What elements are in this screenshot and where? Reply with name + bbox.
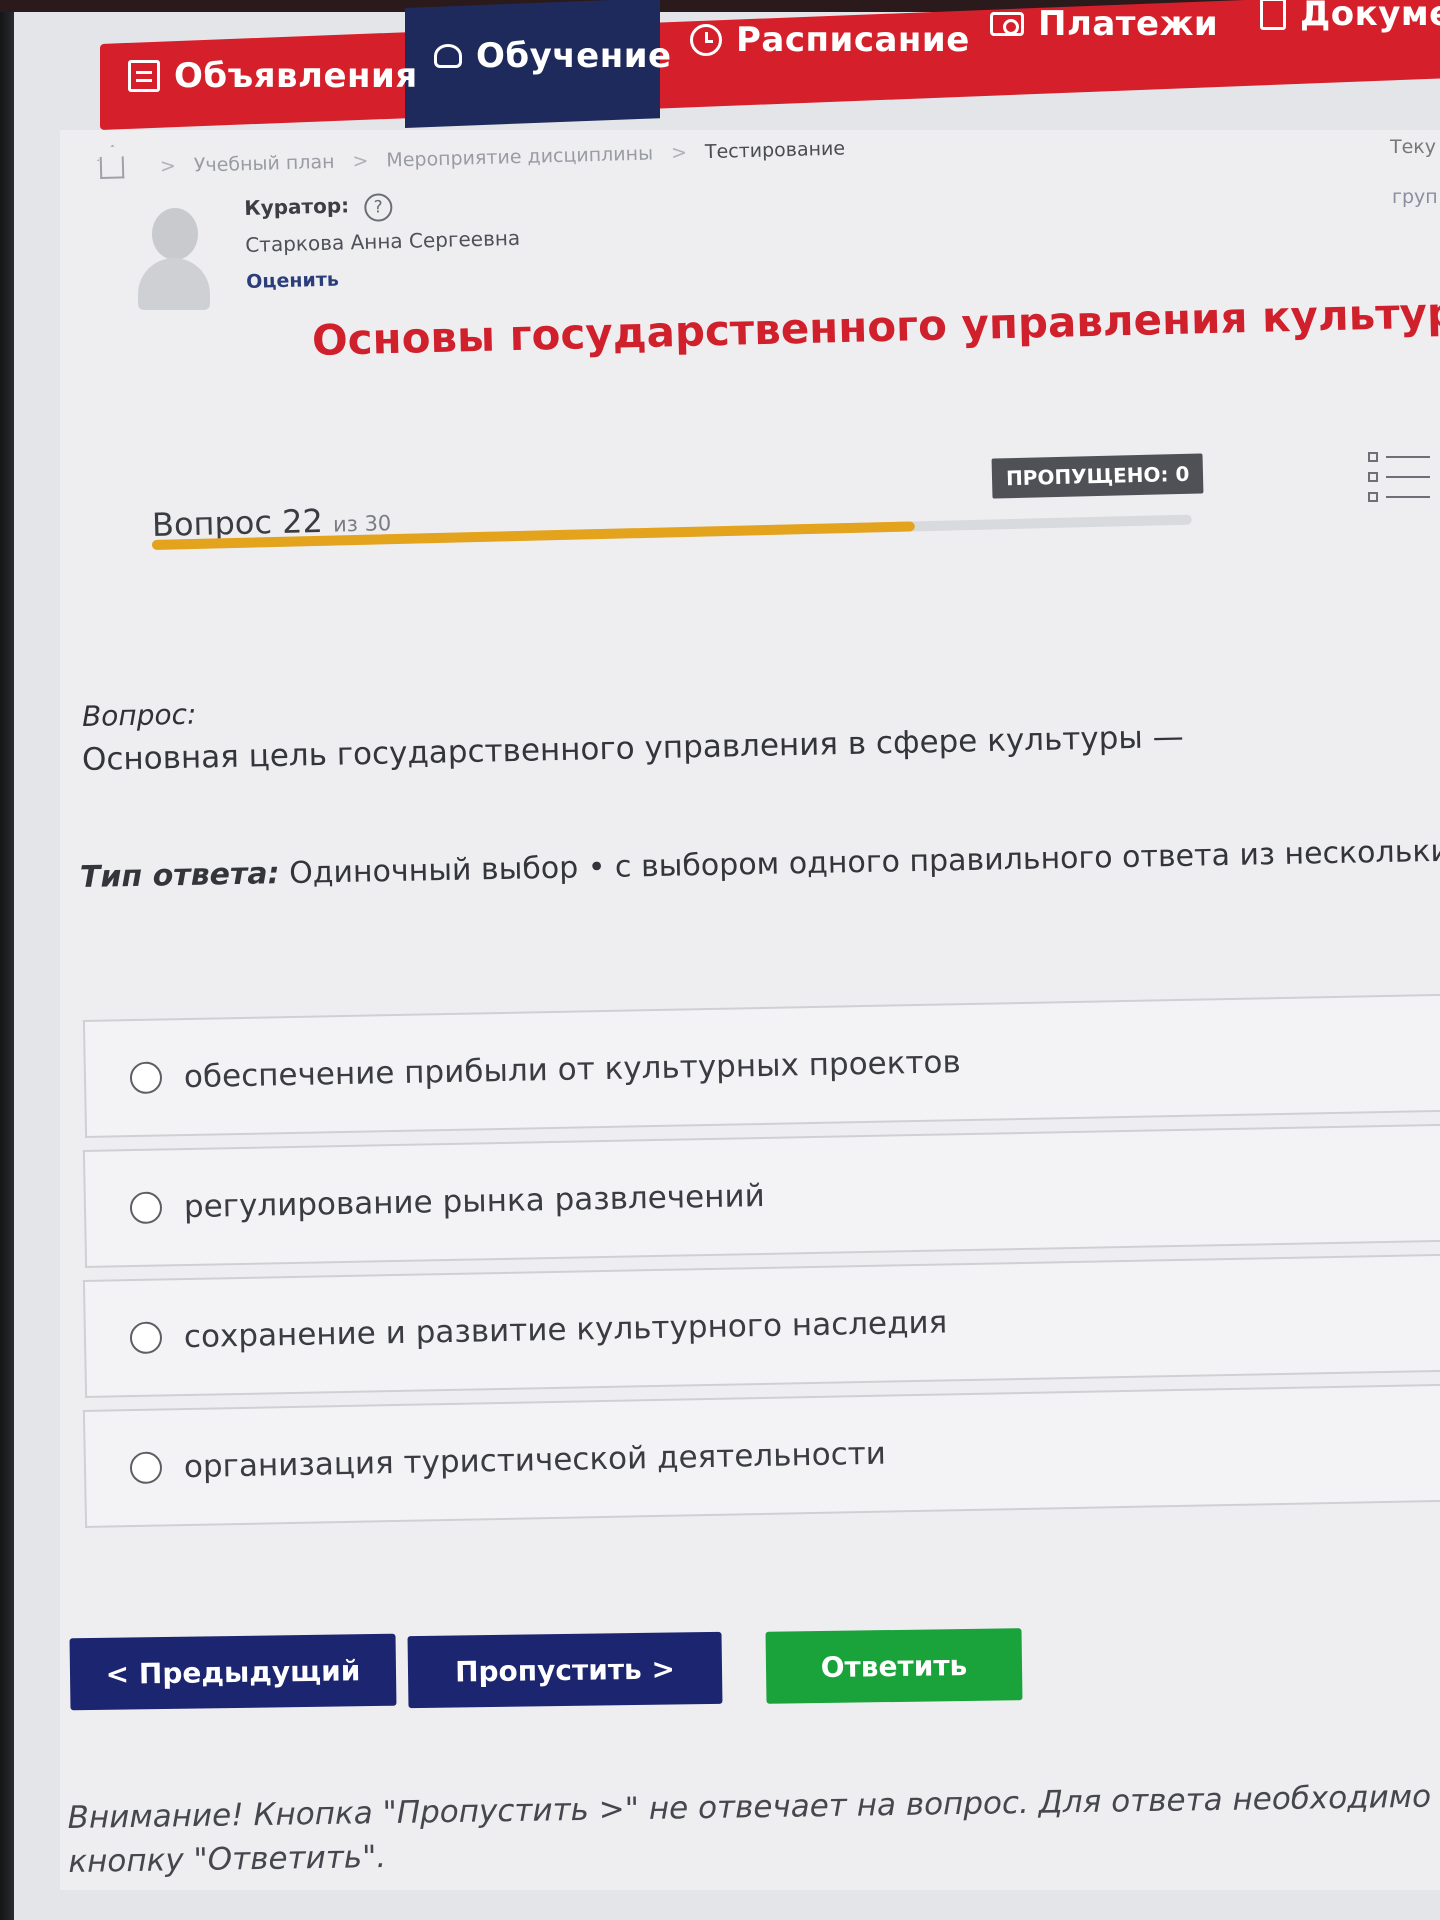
breadcrumb-separator: > (352, 149, 369, 173)
nav-item-payments[interactable]: Платежи (990, 4, 1218, 44)
answer-option[interactable]: сохранение и развитие культурного наслед… (82, 1253, 1440, 1398)
radio-button[interactable] (129, 1191, 163, 1225)
option-text: организация туристической деятельности (183, 1435, 887, 1486)
nav-item-schedule[interactable]: Расписание (690, 20, 970, 60)
screen-bezel (0, 0, 14, 1920)
question-list-icon[interactable] (1368, 450, 1440, 506)
nav-item-label: Расписание (736, 20, 970, 60)
previous-button[interactable]: < Предыдущий (69, 1633, 397, 1711)
avatar (138, 208, 210, 310)
nav-item-label: Докуме (1300, 0, 1440, 34)
nav-item-label: Объявления (174, 56, 418, 96)
right-truncated-text: Теку (1390, 136, 1437, 158)
breadcrumb-item-plan[interactable]: Учебный план (194, 151, 335, 177)
nav-item-announcements[interactable]: Объявления (128, 56, 418, 96)
document-icon (1260, 0, 1286, 30)
question-label: Вопрос: (81, 697, 197, 733)
breadcrumb-item-event[interactable]: Мероприятие дисциплины (386, 143, 653, 172)
question-total: из 30 (332, 511, 392, 537)
home-icon[interactable] (99, 156, 125, 179)
curator-block: Куратор: ? Старкова Анна Сергеевна Оцени… (244, 189, 521, 292)
answer-option[interactable]: регулирование рынка развлечений (82, 1123, 1440, 1268)
curator-name: Старкова Анна Сергеевна (244, 225, 521, 257)
main-nav: Объявления Обучение Расписание Платежи Д… (100, 0, 1440, 130)
breadcrumb-separator: > (159, 155, 177, 178)
option-text: обеспечение прибыли от культурных проект… (183, 1044, 962, 1096)
answer-button[interactable]: Ответить (765, 1628, 1023, 1704)
nav-item-education[interactable]: Обучение (434, 36, 672, 76)
radio-button[interactable] (129, 1321, 163, 1355)
radio-button[interactable] (129, 1061, 163, 1095)
help-icon[interactable]: ? (363, 192, 393, 222)
avatar-body (138, 258, 210, 310)
curator-label: Куратор: (244, 193, 350, 220)
breadcrumb-separator: > (670, 141, 688, 165)
nav-item-label: Обучение (476, 36, 672, 76)
graduation-cap-icon (434, 44, 462, 68)
money-icon (990, 12, 1024, 36)
skip-button[interactable]: Пропустить > (407, 1631, 723, 1709)
breadcrumb-item-testing: Тестирование (704, 137, 846, 164)
skipped-badge: ПРОПУЩЕНО: 0 (991, 453, 1204, 499)
right-truncated-link[interactable]: груп (1392, 186, 1438, 208)
nav-item-documents[interactable]: Докуме (1260, 0, 1440, 34)
answer-option[interactable]: организация туристической деятельности (82, 1383, 1440, 1528)
avatar-head (152, 208, 198, 260)
nav-item-label: Платежи (1038, 4, 1219, 44)
clock-icon (690, 24, 722, 56)
answer-type-label: Тип ответа: (79, 856, 280, 895)
radio-button[interactable] (129, 1451, 163, 1485)
option-text: сохранение и развитие культурного наслед… (183, 1304, 948, 1356)
option-text: регулирование рынка развлечений (183, 1177, 766, 1226)
newspaper-icon (128, 60, 160, 92)
answer-options: обеспечение прибыли от культурных проект… (82, 993, 1440, 1540)
